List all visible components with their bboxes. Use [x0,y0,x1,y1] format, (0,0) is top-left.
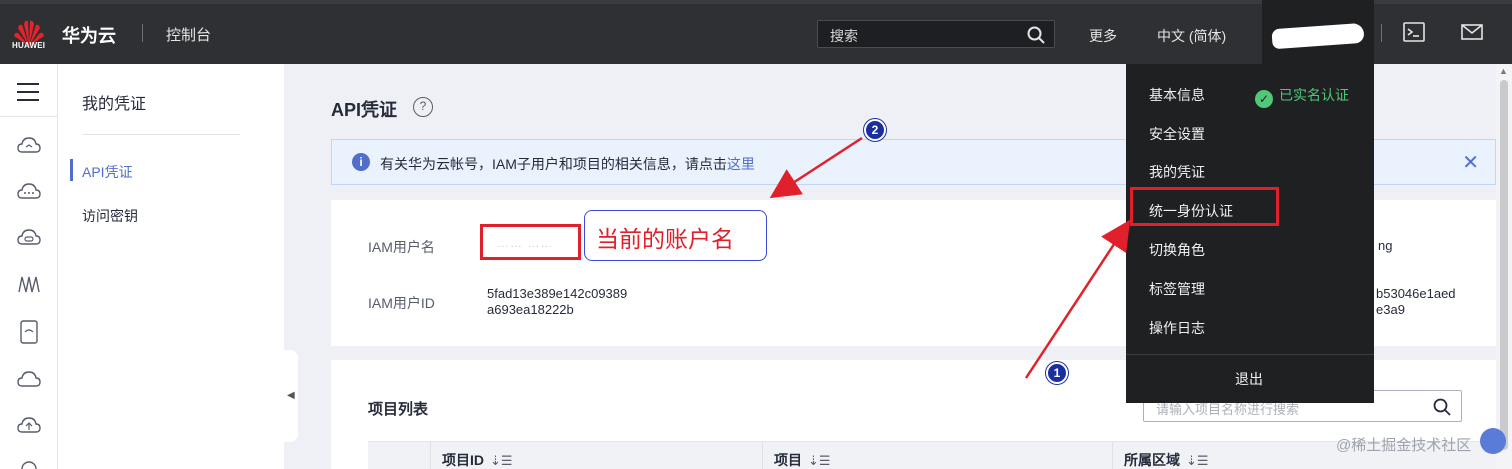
scrollbar-thumb[interactable] [1500,80,1508,450]
arrow-to-iam [1024,219,1131,379]
step-badge-1: 1 [1046,362,1068,384]
page-scrollbar[interactable]: ▲ [1496,64,1512,469]
annotation-arrows [769,136,1131,379]
watermark-text: @稀土掘金技术社区 [1336,437,1472,454]
scroll-up-icon[interactable]: ▲ [1499,66,1508,76]
watermark-logo-icon [1480,428,1506,454]
arrow-to-credentials [769,136,863,199]
step-badge-2: 2 [864,119,886,141]
